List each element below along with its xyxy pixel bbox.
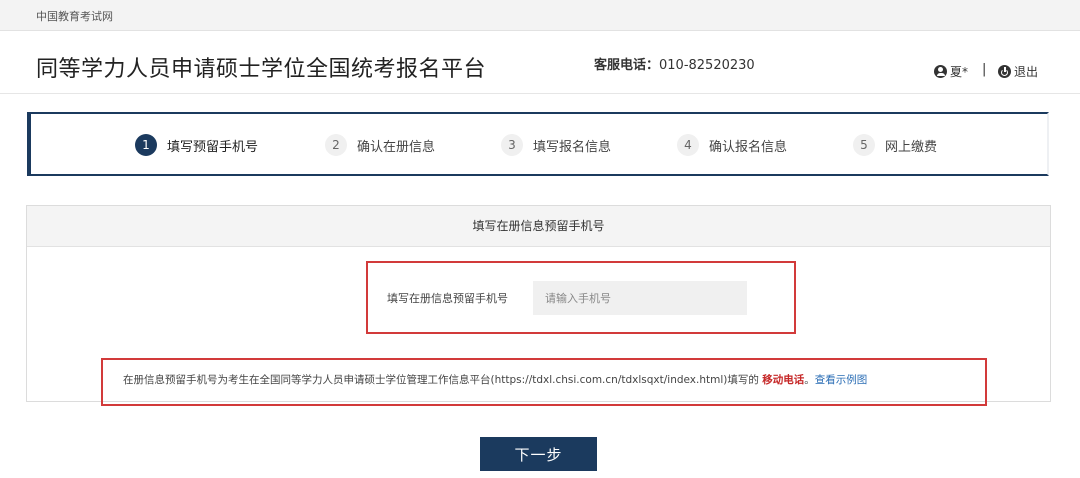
user-name: 夏*	[950, 65, 969, 79]
logout-label: 退出	[1014, 65, 1039, 79]
step-number: 4	[677, 134, 699, 156]
step-label: 确认报名信息	[709, 139, 788, 155]
header: 同等学力人员申请硕士学位全国统考报名平台 客服电话：010-82520230 夏…	[0, 31, 1080, 94]
step-label: 填写预留手机号	[167, 139, 259, 155]
step-4: 4 确认报名信息	[677, 134, 787, 156]
phone-form-panel: 填写在册信息预留手机号 填写在册信息预留手机号 在册信息预留手机号为考生在全国同…	[26, 205, 1051, 406]
step-label: 填写报名信息	[533, 139, 612, 155]
step-label: 网上缴费	[885, 139, 938, 155]
power-icon	[998, 65, 1011, 78]
phone-note: 在册信息预留手机号为考生在全国同等学力人员申请硕士学位管理工作信息平台(http…	[123, 372, 867, 387]
note-text: 在册信息预留手机号为考生在全国同等学力人员申请硕士学位管理工作信息平台(http…	[123, 374, 763, 386]
progress-steps: 1 填写预留手机号 2 确认在册信息 3 填写报名信息 4 确认报名信息 5 网…	[27, 112, 1049, 176]
service-phone-label: 客服电话：	[594, 58, 660, 73]
note-emphasis: 移动电话	[762, 374, 805, 386]
service-phone: 客服电话：010-82520230	[594, 54, 755, 73]
step-2: 2 确认在册信息	[325, 134, 435, 156]
user-icon	[934, 65, 947, 78]
step-number: 3	[501, 134, 523, 156]
phone-field-label: 填写在册信息预留手机号	[387, 292, 508, 305]
step-5: 5 网上缴费	[853, 134, 937, 156]
step-label: 确认在册信息	[357, 139, 436, 155]
header-separator: |	[982, 62, 987, 77]
phone-input[interactable]	[533, 281, 747, 315]
note-period: 。	[804, 374, 815, 386]
logout-button[interactable]: 退出	[998, 63, 1038, 80]
next-step-button[interactable]: 下一步	[480, 437, 597, 471]
step-3: 3 填写报名信息	[501, 134, 611, 156]
user-menu[interactable]: 夏*	[934, 63, 968, 80]
page-title: 同等学力人员申请硕士学位全国统考报名平台	[36, 57, 487, 82]
step-number: 1	[135, 134, 157, 156]
step-number: 2	[325, 134, 347, 156]
top-bar: 中国教育考试网	[0, 0, 1080, 31]
service-phone-number: 010-82520230	[659, 58, 755, 73]
step-1: 1 填写预留手机号	[135, 134, 258, 156]
example-link[interactable]: 查看示例图	[815, 374, 868, 386]
step-number: 5	[853, 134, 875, 156]
panel-title: 填写在册信息预留手机号	[27, 206, 1050, 247]
site-name[interactable]: 中国教育考试网	[36, 8, 113, 24]
